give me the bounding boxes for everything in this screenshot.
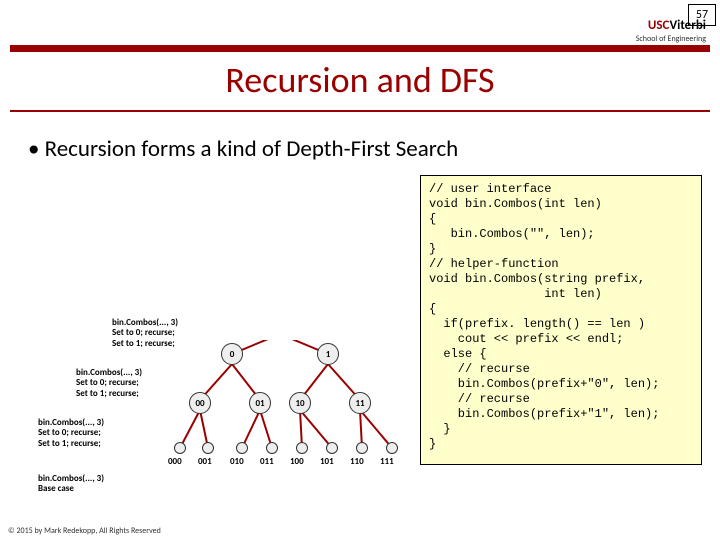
leaf-label-110: 110	[350, 456, 364, 467]
logo-usc: USC	[648, 18, 670, 33]
slide: 57 USCViterbi School of Engineering Recu…	[0, 0, 720, 540]
leaf-label-111: 111	[380, 456, 394, 467]
tree-node-01: 01	[249, 392, 271, 414]
slide-title: Recursion and DFS	[0, 58, 720, 102]
tree-annotation-level1: bin.Combos(..., 3) Set to 0; recurse; Se…	[76, 368, 142, 399]
tree-leaf-110	[356, 442, 368, 454]
logo-main: USCViterbi	[636, 18, 706, 33]
tree-leaf-111	[386, 442, 398, 454]
leaf-label-100: 100	[290, 456, 304, 467]
tree-edges	[160, 340, 440, 490]
binary-tree: 0 1 00 01 10 11 000 001 010 011 100 101 …	[160, 340, 440, 490]
tree-node-10: 10	[289, 392, 311, 414]
logo-subtitle: School of Engineering	[636, 34, 706, 44]
leaf-label-101: 101	[320, 456, 334, 467]
tree-annotation-level3: bin.Combos(..., 3) Base case	[38, 474, 104, 495]
tree-leaf-000	[174, 442, 186, 454]
leaf-label-010: 010	[230, 456, 244, 467]
tree-leaf-101	[326, 442, 338, 454]
leaf-label-011: 011	[260, 456, 274, 467]
copyright: © 2015 by Mark Redekopp, All Rights Rese…	[8, 526, 161, 536]
tree-leaf-100	[296, 442, 308, 454]
leaf-label-000: 000	[168, 456, 182, 467]
tree-leaf-011	[266, 442, 278, 454]
bullet-text: • Recursion forms a kind of Depth-First …	[28, 135, 458, 163]
divider-thin	[10, 110, 710, 112]
logo: USCViterbi School of Engineering	[636, 18, 706, 44]
tree-node-1: 1	[317, 343, 339, 365]
tree-leaf-001	[202, 442, 214, 454]
code-block: // user interface void bin.Combos(int le…	[420, 175, 702, 465]
tree-node-11: 11	[349, 392, 371, 414]
leaf-label-001: 001	[198, 456, 212, 467]
tree-node-00: 00	[189, 392, 211, 414]
tree-node-0: 0	[221, 343, 243, 365]
tree-leaf-010	[236, 442, 248, 454]
tree-annotation-level2: bin.Combos(..., 3) Set to 0; recurse; Se…	[38, 418, 104, 449]
divider-thick	[10, 45, 710, 52]
logo-viterbi: Viterbi	[669, 18, 706, 33]
